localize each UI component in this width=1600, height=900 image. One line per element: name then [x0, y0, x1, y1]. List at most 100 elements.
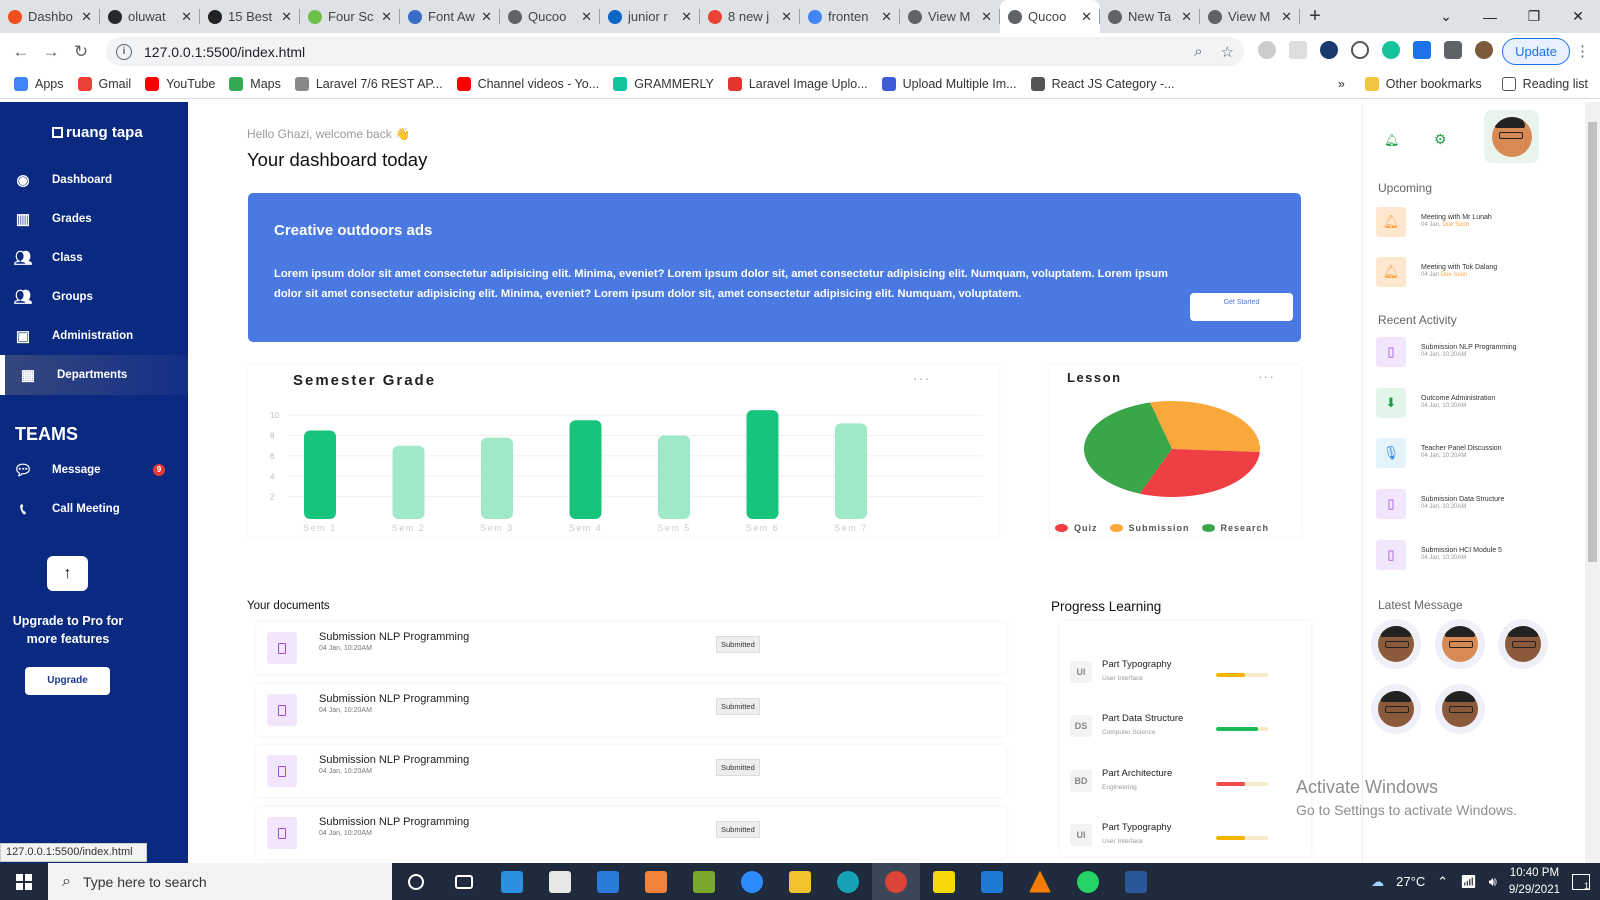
browser-tab[interactable]: 15 Best ✕ — [200, 0, 300, 33]
vscode-icon[interactable] — [488, 870, 536, 893]
browser-tab[interactable]: Dashbo ✕ — [0, 0, 100, 33]
menu-icon[interactable]: ⋮ — [1575, 42, 1590, 60]
file-explorer-icon[interactable] — [776, 870, 824, 893]
progress-item[interactable]: UI Part Typography User Interface — [1070, 817, 1305, 857]
store-icon[interactable] — [536, 870, 584, 893]
extension-icon[interactable] — [1351, 41, 1369, 59]
activity-item[interactable]: ⬇ Outcome Administration 04 Jan, 10:20AM — [1376, 388, 1576, 422]
sidebar-item-groups[interactable]: 👥︎ Groups — [0, 277, 188, 317]
mail-icon[interactable] — [584, 870, 632, 893]
browser-tab[interactable]: Qucoo ✕ — [500, 0, 600, 33]
message-avatar[interactable] — [1435, 684, 1485, 734]
bookmark-item[interactable]: React JS Category -... — [1030, 77, 1175, 91]
start-button[interactable] — [0, 873, 48, 890]
upcoming-item[interactable]: 🔔︎ Meeting with Tok Dalang 04 Jan Due Soon — [1376, 257, 1576, 291]
message-avatar[interactable] — [1371, 684, 1421, 734]
minimize-button[interactable]: — — [1468, 9, 1512, 25]
browser-tab[interactable]: junior r ✕ — [600, 0, 700, 33]
activity-item[interactable]: ▯ Submission HCI Module 5 04 Jan, 10:20AM — [1376, 540, 1576, 574]
temperature[interactable]: 27°C — [1396, 874, 1425, 889]
tab-close-icon[interactable]: ✕ — [1181, 9, 1192, 25]
bar[interactable] — [392, 445, 425, 519]
puzzle-icon[interactable] — [1444, 41, 1462, 59]
bar[interactable] — [304, 430, 336, 519]
grammarly-icon[interactable] — [1382, 41, 1400, 59]
progress-item[interactable]: BD Part Architecture Engineering — [1070, 763, 1305, 803]
message-avatar[interactable] — [1435, 619, 1485, 669]
browser-tab[interactable]: New Ta ✕ — [1100, 0, 1200, 33]
task-view-icon[interactable] — [440, 874, 488, 889]
bookmark-item[interactable]: Apps — [14, 77, 64, 91]
restore-button[interactable]: ❐ — [1512, 8, 1556, 25]
terminal-icon[interactable] — [680, 870, 728, 893]
extension-icon[interactable] — [1289, 41, 1307, 59]
sidebar-item-dashboard[interactable]: ◉ Dashboard — [0, 160, 188, 200]
upcoming-item[interactable]: 🔔︎ Meeting with Mr Lunah 04 Jan, Due Soon — [1376, 207, 1576, 241]
message-avatar[interactable] — [1498, 619, 1548, 669]
browser-tab[interactable]: fronten ✕ — [800, 0, 900, 33]
vlc-icon[interactable] — [1016, 870, 1064, 893]
browser-tab[interactable]: Four Sc ✕ — [300, 0, 400, 33]
user-avatar[interactable] — [1484, 110, 1539, 163]
message-avatar[interactable] — [1371, 619, 1421, 669]
bookmark-item[interactable]: YouTube — [145, 77, 215, 91]
team-item-call-meeting[interactable]: 📞︎ Call Meeting — [0, 489, 188, 529]
bar[interactable] — [569, 420, 602, 519]
tab-close-icon[interactable]: ✕ — [181, 9, 192, 25]
tab-close-icon[interactable]: ✕ — [581, 9, 592, 25]
activity-item[interactable]: ▯ Submission Data Structure 04 Jan, 10:20A… — [1376, 489, 1576, 523]
sidebar-item-departments[interactable]: ▦ Departments — [0, 355, 188, 395]
logo[interactable]: ruang tapa — [52, 124, 143, 141]
omnibox[interactable]: i 127.0.0.1:5500/index.html ⌕ ☆ — [106, 37, 1244, 66]
weather-icon[interactable]: ☁ — [1371, 874, 1384, 890]
browser-tab[interactable]: View M ✕ — [1200, 0, 1300, 33]
bookmark-item[interactable]: Maps — [229, 77, 281, 91]
zoom-app-icon[interactable] — [728, 870, 776, 893]
tab-close-icon[interactable]: ✕ — [681, 9, 692, 25]
word-icon[interactable] — [1112, 870, 1160, 893]
network-icon[interactable]: 📶︎ — [1460, 874, 1477, 890]
progress-item[interactable]: DS Part Data Structure Computer Science — [1070, 708, 1305, 748]
close-window-button[interactable]: ✕ — [1556, 8, 1600, 25]
taskbar-search[interactable]: ⌕ Type here to search — [48, 863, 392, 900]
edge-icon[interactable] — [824, 870, 872, 893]
tab-close-icon[interactable]: ✕ — [281, 9, 292, 25]
cortana-icon[interactable] — [392, 873, 440, 890]
browser-tab[interactable]: oluwat ✕ — [100, 0, 200, 33]
bookmark-item[interactable]: Gmail — [77, 77, 131, 91]
tab-close-icon[interactable]: ✕ — [781, 9, 792, 25]
tab-close-icon[interactable]: ✕ — [981, 9, 992, 25]
tab-close-icon[interactable]: ✕ — [1281, 9, 1292, 25]
tab-close-icon[interactable]: ✕ — [1081, 9, 1092, 25]
browser-tab[interactable]: Font Aw ✕ — [400, 0, 500, 33]
reload-button[interactable]: ↻ — [66, 42, 96, 62]
tab-close-icon[interactable]: ✕ — [881, 9, 892, 25]
back-button[interactable]: ← — [6, 42, 36, 62]
document-row[interactable]: Submission NLP Programming 04 Jan, 10:20A… — [256, 745, 1006, 797]
bell-icon[interactable]: 🔔︎ — [1384, 133, 1399, 147]
tab-close-icon[interactable]: ✕ — [381, 9, 392, 25]
document-row[interactable]: Submission NLP Programming 04 Jan, 10:20A… — [256, 622, 1006, 674]
gear-icon[interactable]: ⚙︎ — [1434, 131, 1447, 148]
more-bookmarks-icon[interactable]: » — [1338, 77, 1345, 91]
other-bookmarks[interactable]: Other bookmarks — [1364, 77, 1482, 91]
whatsapp-icon[interactable] — [1064, 870, 1112, 893]
browser-tab[interactable]: Qucoo ✕ — [1000, 0, 1100, 33]
document-row[interactable]: Submission NLP Programming 04 Jan, 10:20A… — [256, 684, 1006, 736]
extension-icon[interactable] — [1320, 41, 1338, 59]
bookmark-item[interactable]: Laravel 7/6 REST AP... — [294, 77, 443, 91]
document-row[interactable]: Submission NLP Programming 04 Jan, 10:20A… — [256, 807, 1006, 859]
notification-icon[interactable]: 1 — [1572, 873, 1590, 891]
bookmark-item[interactable]: Upload Multiple Im... — [881, 77, 1017, 91]
vscode-icon[interactable] — [968, 870, 1016, 893]
sidebar-item-grades[interactable]: ▥ Grades — [0, 199, 188, 239]
bookmark-item[interactable]: Channel videos - Yo... — [456, 77, 599, 91]
chrome-icon[interactable] — [872, 863, 920, 900]
get-started-button[interactable]: Get Started — [1190, 293, 1293, 321]
upgrade-button[interactable]: Upgrade — [25, 667, 110, 695]
site-info-icon[interactable]: i — [116, 43, 132, 60]
scrollbar-thumb[interactable] — [1588, 122, 1597, 562]
page-scrollbar[interactable] — [1585, 102, 1600, 863]
sticky-notes-icon[interactable] — [920, 870, 968, 893]
forward-button[interactable]: → — [36, 42, 66, 62]
